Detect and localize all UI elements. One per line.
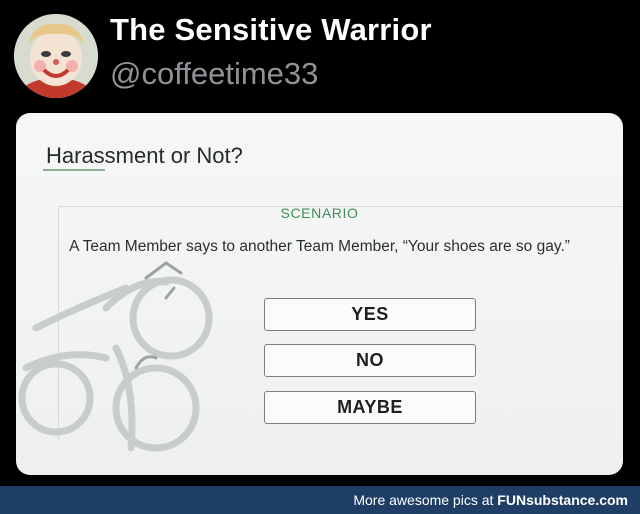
watermark-brand[interactable]: FUNsubstance.com [497, 492, 628, 508]
watermark-footer: More awesome pics at FUNsubstance.com [0, 486, 640, 514]
avatar[interactable] [14, 14, 98, 98]
display-name[interactable]: The Sensitive Warrior [110, 12, 432, 48]
scenario-text: A Team Member says to another Team Membe… [69, 238, 570, 255]
clown-doll-avatar-image [14, 14, 98, 98]
answer-yes-button[interactable]: YES [264, 298, 476, 331]
answer-maybe-button[interactable]: MAYBE [264, 391, 476, 424]
watermark-text: More awesome pics at FUNsubstance.com [353, 492, 628, 508]
user-handle[interactable]: @coffeetime33 [110, 56, 318, 92]
quiz-title: Harassment or Not? [46, 143, 243, 168]
answer-no-button[interactable]: NO [264, 344, 476, 377]
quiz-card: Harassment or Not? SCENARIO A Team Membe… [16, 113, 623, 475]
title-underline [43, 169, 105, 171]
watermark-prefix: More awesome pics at [353, 492, 498, 508]
decorative-doodle-illustration [18, 261, 213, 452]
scenario-label: SCENARIO [280, 205, 359, 221]
